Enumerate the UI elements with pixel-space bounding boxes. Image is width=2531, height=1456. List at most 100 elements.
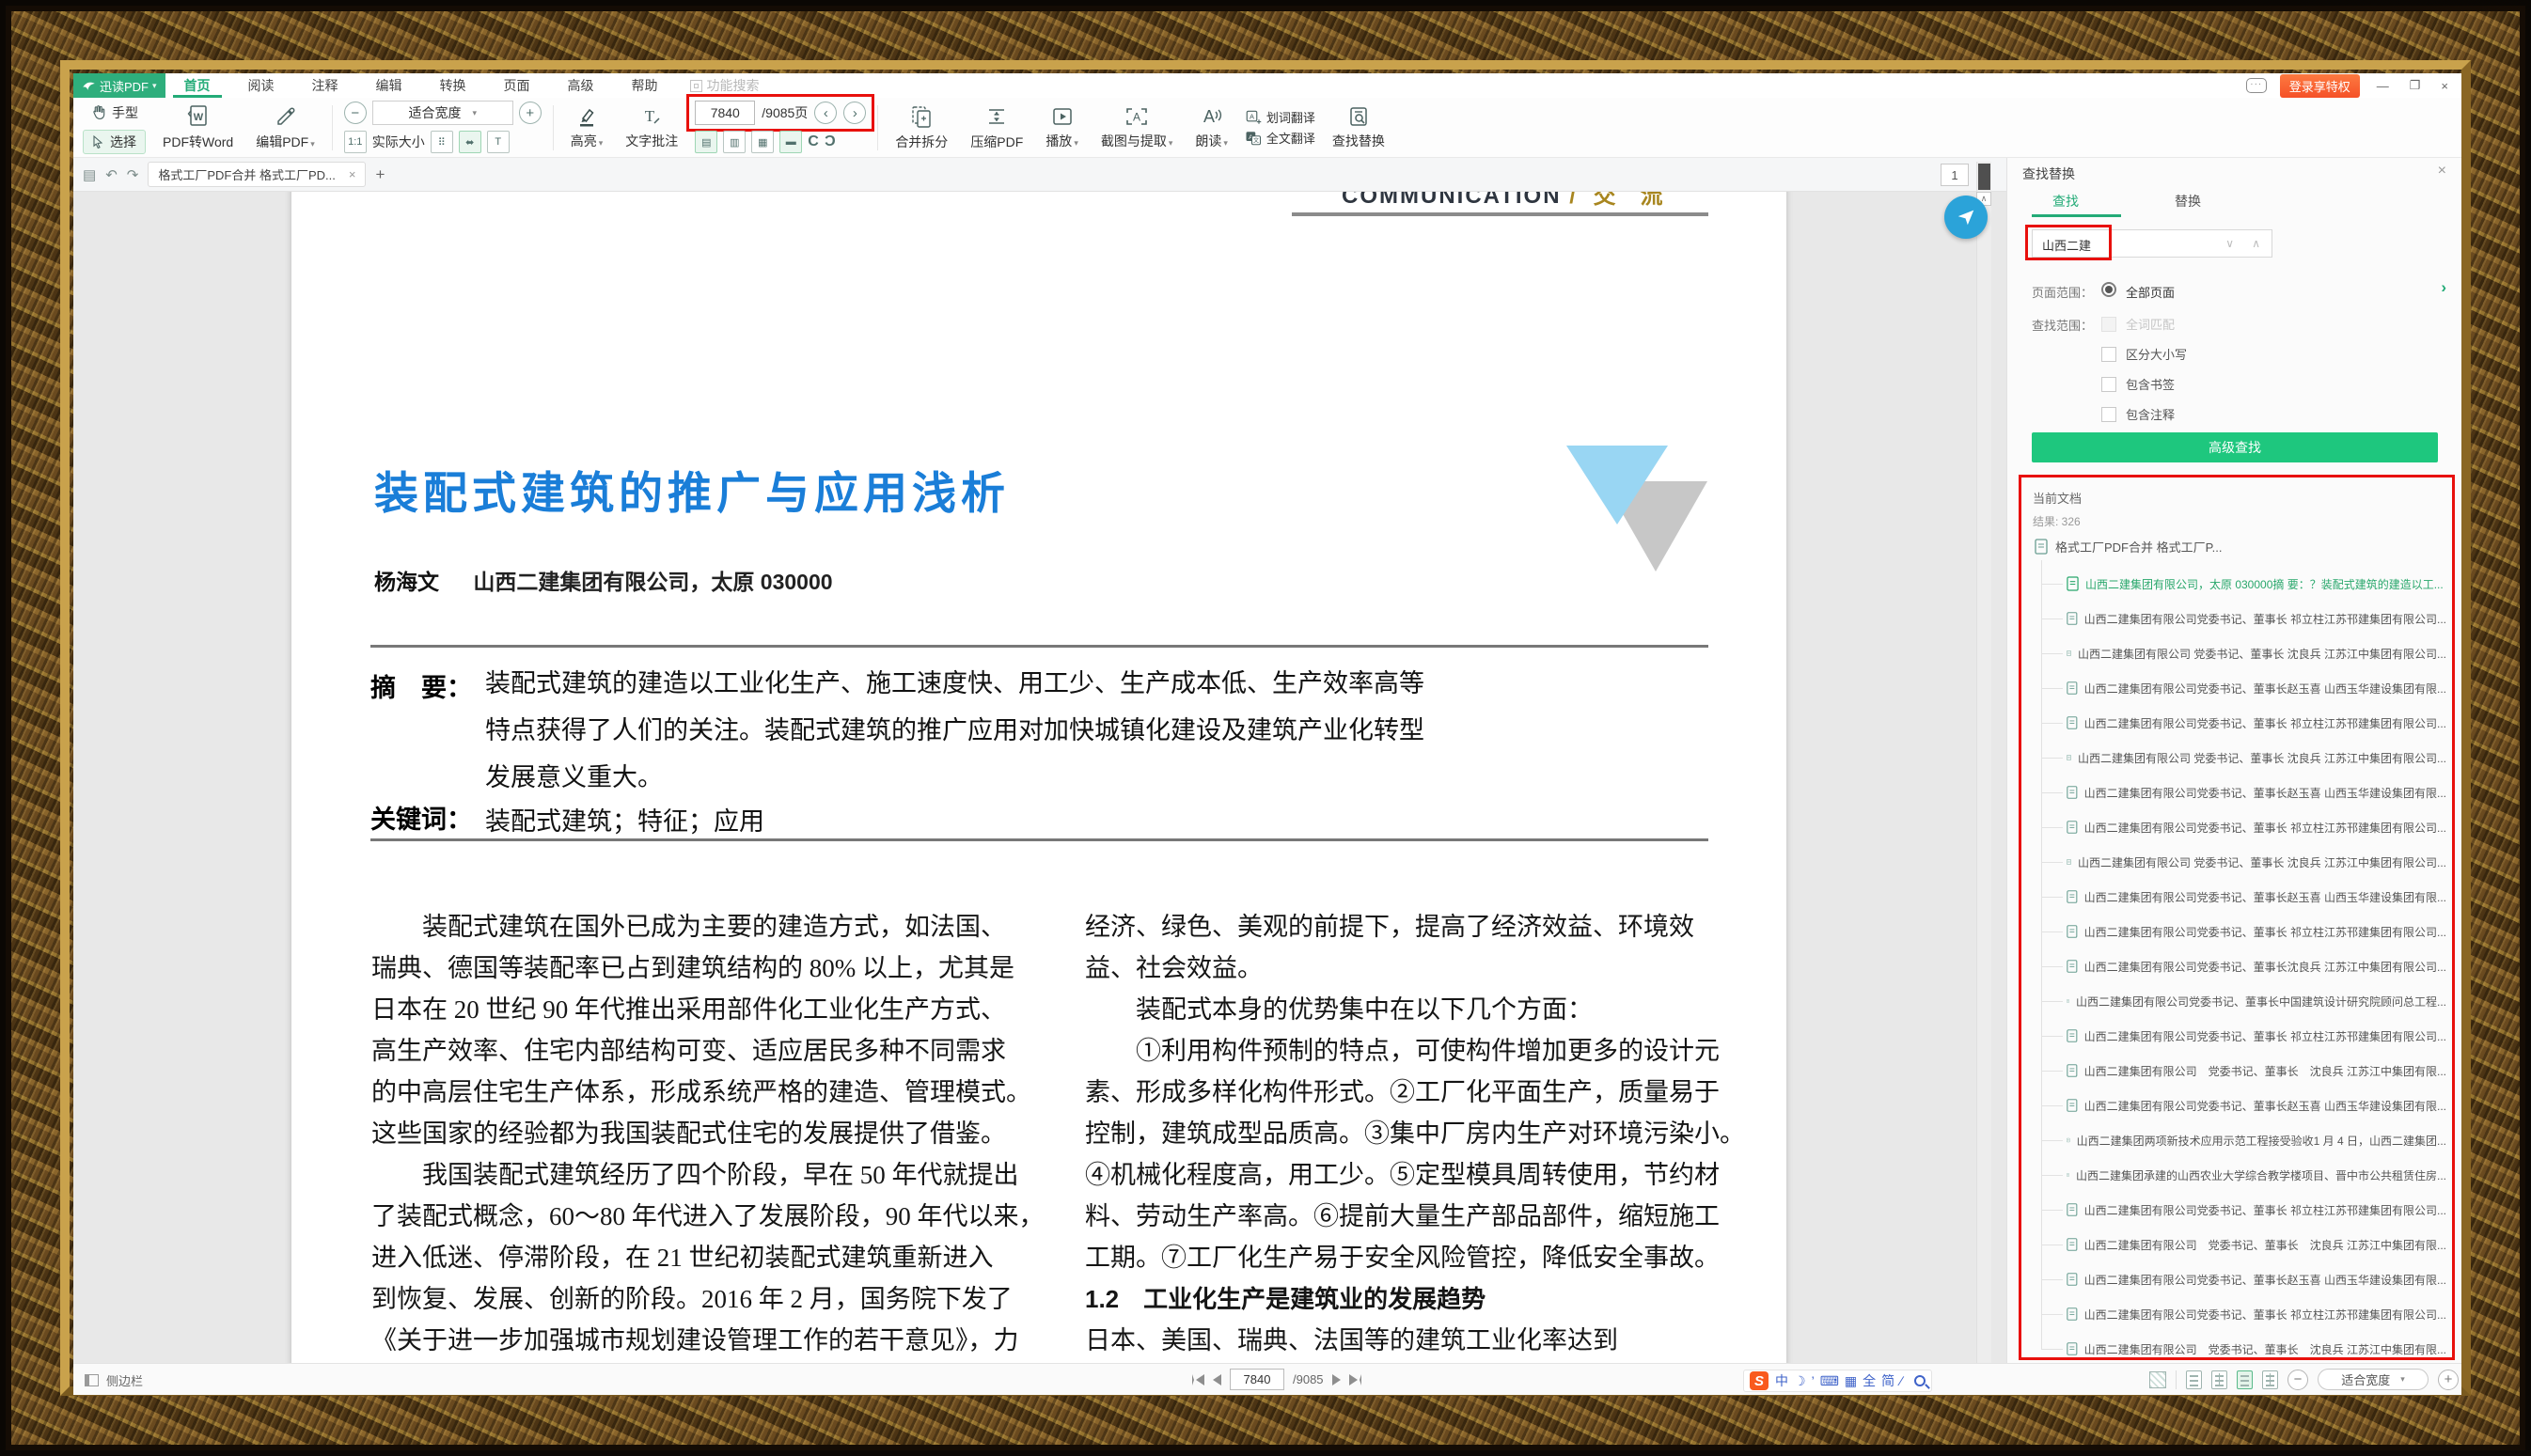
search-result-item[interactable]: 山西二建集团有限公司 党委书记、董事长 沈良兵 江苏江中集团有限... <box>2067 1058 2446 1083</box>
search-result-item[interactable]: 山西二建集团有限公司 党委书记、董事长 沈良兵 江苏江中集团有限公司... <box>2067 850 2446 874</box>
search-result-item[interactable]: 山西二建集团有限公司党委书记、董事长 祁立柱江苏邗建集团有限公司... <box>2067 919 2446 944</box>
read-aloud-button[interactable]: A 朗读▾ <box>1189 103 1234 152</box>
minimize-button[interactable]: — <box>2373 79 2393 93</box>
highlight-button[interactable]: 高亮▾ <box>565 103 609 152</box>
new-tab-button[interactable]: + <box>375 165 385 184</box>
results-root-item[interactable]: 格式工厂PDF合并 格式工厂P... <box>2035 538 2222 556</box>
vertical-scrollbar[interactable] <box>1976 162 1991 1363</box>
two-page-mode-button[interactable] <box>2211 1370 2227 1389</box>
previous-page-button[interactable]: ‹ <box>814 102 837 124</box>
select-tool-button[interactable]: 选择 <box>83 130 146 154</box>
menu-tab-页面[interactable]: 页面 <box>485 73 549 98</box>
search-result-item[interactable]: 山西二建集团有限公司党委书记、董事长 祁立柱江苏邗建集团有限公司... <box>2067 1198 2446 1222</box>
zoom-mode-pill[interactable]: 适合宽度 ▾ <box>2318 1369 2429 1390</box>
search-result-item[interactable]: 山西二建集团有限公司党委书记、董事长 祁立柱江苏邗建集团有限公司... <box>2067 606 2446 631</box>
next-page-button[interactable] <box>1332 1374 1341 1386</box>
menu-tab-转换[interactable]: 转换 <box>421 73 485 98</box>
floating-assistant-button[interactable] <box>1944 196 1988 239</box>
pdf-to-word-button[interactable]: W PDF转Word <box>157 102 239 153</box>
thumbnail-view-icon[interactable] <box>2149 1371 2166 1388</box>
search-result-item[interactable]: 山西二建集团有限公司党委书记、董事长 祁立柱江苏邗建集团有限公司... <box>2067 711 2446 735</box>
menu-tab-注释[interactable]: 注释 <box>293 73 357 98</box>
compress-pdf-button[interactable]: 压缩PDF <box>965 102 1029 153</box>
search-result-item[interactable]: 山西二建集团有限公司党委书记、董事长 祁立柱江苏邗建集团有限公司... <box>2067 815 2446 839</box>
search-result-item[interactable]: 山西二建集团有限公司党委书记、董事长赵玉喜 山西玉华建设集团有限... <box>2067 780 2446 805</box>
capture-extract-button[interactable]: A 截图与提取▾ <box>1095 103 1179 152</box>
ime-icon[interactable]: ▦ <box>1845 1373 1857 1388</box>
find-next-icon[interactable]: ∨ <box>2225 237 2234 250</box>
book-mode-button[interactable] <box>2262 1370 2278 1389</box>
search-result-item[interactable]: 山西二建集团有限公司 党委书记、董事长 沈良兵 江苏江中集团有限... <box>2067 1337 2446 1357</box>
ime-icon[interactable]: 全 <box>1863 1373 1876 1388</box>
page-range-expand-icon[interactable]: › <box>2441 278 2446 297</box>
text-annotation-button[interactable]: T 文字批注 <box>620 103 684 152</box>
zoom-in-button[interactable]: + <box>2438 1370 2459 1390</box>
find-option-包含书签[interactable]: 包含书签 <box>2101 375 2175 393</box>
search-result-item[interactable]: 山西二建集团有限公司党委书记、董事长赵玉喜 山西玉华建设集团有限... <box>2067 676 2446 700</box>
rotate-right-button[interactable]: C <box>825 133 836 150</box>
menu-tab-首页[interactable]: 首页 <box>165 73 229 98</box>
zoom-mode-dropdown[interactable]: 适合宽度 ▾ <box>372 101 513 125</box>
zoom-in-button[interactable]: + <box>519 102 542 124</box>
close-button[interactable]: × <box>2437 79 2452 93</box>
advanced-find-button[interactable]: 高级查找 <box>2032 432 2438 462</box>
search-result-item[interactable]: 山西二建集团承建的山西农业大学综合教学楼项目、晋中市公共租赁住房... <box>2067 1163 2446 1187</box>
search-input[interactable]: 山西二建 ∨ ∧ <box>2032 229 2272 258</box>
sidebar-toggle[interactable]: 侧边栏 <box>85 1371 143 1389</box>
tab-close-icon[interactable]: × <box>349 167 356 181</box>
merge-split-button[interactable]: 合并拆分 <box>889 102 953 153</box>
zoom-out-button[interactable]: − <box>2287 1370 2308 1390</box>
checkbox[interactable] <box>2101 377 2116 392</box>
search-result-item[interactable]: 山西二建集团有限公司党委书记、董事长 祁立柱江苏邗建集团有限公司... <box>2067 1024 2446 1048</box>
search-result-item[interactable]: 山西二建集团有限公司党委书记、董事长赵玉喜 山西玉华建设集团有限... <box>2067 885 2446 909</box>
hand-tool-button[interactable]: 手型 <box>83 101 146 125</box>
feedback-chat-icon[interactable]: ··· <box>2246 78 2267 93</box>
ime-icon[interactable]: ’ <box>1812 1373 1815 1388</box>
statusbar-page-input[interactable] <box>1230 1369 1284 1390</box>
find-previous-icon[interactable]: ∧ <box>2252 237 2260 250</box>
search-result-item[interactable]: 山西二建集团有限公司党委书记、董事长中国建筑设计研究院顾问总工程... <box>2067 989 2446 1013</box>
find-option-包含注释[interactable]: 包含注释 <box>2101 405 2175 423</box>
search-result-item[interactable]: 山西二建集团有限公司 党委书记、董事长 沈良兵 江苏江中集团有限公司... <box>2067 641 2446 665</box>
continuous-view-button[interactable]: ▬ <box>779 131 802 153</box>
page-range-radio[interactable] <box>2101 282 2116 297</box>
single-page-mode-button[interactable] <box>2186 1370 2202 1389</box>
find-replace-button[interactable]: 查找替换 <box>1327 103 1391 152</box>
ime-search-icon[interactable] <box>1914 1375 1926 1386</box>
rotate-left-button[interactable]: C <box>808 133 819 150</box>
next-page-button[interactable]: › <box>843 102 866 124</box>
app-logo-button[interactable]: 迅读PDF ▾ <box>73 73 165 98</box>
ime-icon[interactable]: ⌨ <box>1820 1373 1839 1388</box>
ime-icon[interactable]: 简 <box>1881 1373 1894 1388</box>
search-result-item[interactable]: 山西二建集团两项新技术应用示范工程接受验收1 月 4 日，山西二建集团... <box>2067 1128 2446 1152</box>
menu-tab-帮助[interactable]: 帮助 <box>613 73 677 98</box>
edit-pdf-button[interactable]: 编辑PDF▾ <box>250 102 321 153</box>
fit-text-button[interactable]: T <box>487 131 510 153</box>
zoom-out-button[interactable]: − <box>344 102 367 124</box>
login-button[interactable]: 登录享特权 <box>2280 74 2360 98</box>
ime-icon[interactable]: ∕ <box>1900 1373 1902 1388</box>
ime-icon[interactable]: ☽ <box>1794 1373 1806 1388</box>
undo-icon[interactable]: ↶ <box>105 166 118 183</box>
menu-tab-编辑[interactable]: 编辑 <box>357 73 421 98</box>
previous-page-button[interactable] <box>1213 1374 1221 1386</box>
checkbox[interactable] <box>2101 347 2116 362</box>
single-page-view-button[interactable]: ▤ <box>695 131 717 153</box>
tab-replace[interactable]: 替换 <box>2175 192 2201 211</box>
actual-size-icon[interactable]: 1:1 <box>344 131 367 153</box>
scrollbar-thumb[interactable] <box>1978 164 1990 190</box>
toolbar-page-input[interactable] <box>695 101 755 125</box>
search-result-item[interactable]: 山西二建集团有限公司 党委书记、董事长 沈良兵 江苏江中集团有限公司... <box>2067 745 2446 770</box>
play-button[interactable]: 播放▾ <box>1040 103 1084 152</box>
search-result-item[interactable]: 山西二建集团有限公司，太原 030000摘 要：？装配式建筑的建造以工... <box>2067 571 2446 596</box>
save-icon[interactable]: ▤ <box>83 166 96 183</box>
first-page-button[interactable] <box>1192 1374 1204 1386</box>
feature-search-button[interactable]: 功能搜索 <box>677 73 773 98</box>
search-result-item[interactable]: 山西二建集团有限公司 党委书记、董事长 沈良兵 江苏江中集团有限... <box>2067 1232 2446 1257</box>
panel-close-icon[interactable]: × <box>2438 163 2446 180</box>
search-result-item[interactable]: 山西二建集团有限公司党委书记、董事长赵玉喜 山西玉华建设集团有限... <box>2067 1093 2446 1118</box>
redo-icon[interactable]: ↷ <box>127 166 139 183</box>
search-result-item[interactable]: 山西二建集团有限公司党委书记、董事长沈良兵 江苏江中集团有限公司... <box>2067 954 2446 978</box>
menu-tab-高级[interactable]: 高级 <box>549 73 613 98</box>
search-result-item[interactable]: 山西二建集团有限公司党委书记、董事长 祁立柱江苏邗建集团有限公司... <box>2067 1302 2446 1326</box>
